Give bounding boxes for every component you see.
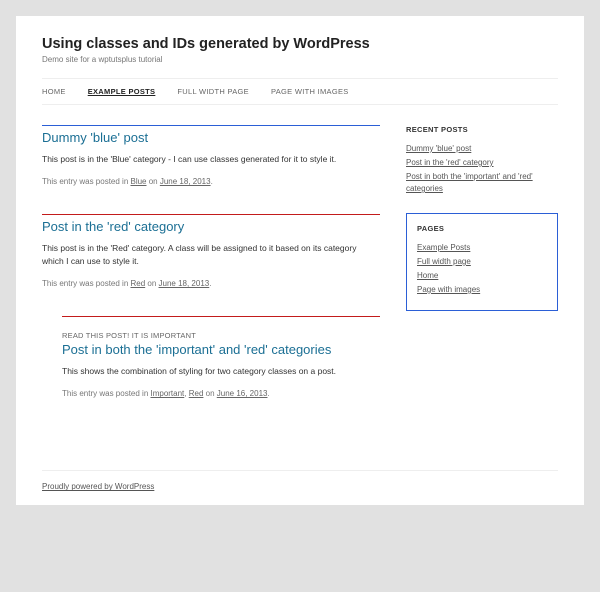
post-meta: This entry was posted in Red on June 18,… <box>42 279 380 288</box>
widget-title: PAGES <box>417 224 547 233</box>
post-title-link[interactable]: Post in the 'red' category <box>42 219 184 234</box>
post-title: Post in the 'red' category <box>42 219 380 234</box>
category-rule <box>42 214 380 215</box>
widget-recent-posts: RECENT POSTS Dummy 'blue' post Post in th… <box>406 125 558 195</box>
site-title: Using classes and IDs generated by WordP… <box>42 36 558 52</box>
nav-item[interactable]: HOME <box>42 87 66 96</box>
site-footer: Proudly powered by WordPress <box>42 470 558 491</box>
date-link[interactable]: June 18, 2013 <box>160 177 211 186</box>
list-item: Home <box>417 270 547 282</box>
footer-credit-link[interactable]: Proudly powered by WordPress <box>42 482 154 491</box>
list-item: Page with images <box>417 284 547 296</box>
category-link[interactable]: Important <box>150 389 184 398</box>
post-excerpt: This shows the combination of styling fo… <box>62 365 380 377</box>
recent-post-link[interactable]: Dummy 'blue' post <box>406 144 471 153</box>
category-rule <box>62 316 380 317</box>
post: READ THIS POST! IT IS IMPORTANT Post in b… <box>42 316 380 398</box>
post-title: Dummy 'blue' post <box>42 130 380 145</box>
nav-item[interactable]: FULL WIDTH PAGE <box>177 87 249 96</box>
post-title-link[interactable]: Post in both the 'important' and 'red' c… <box>62 342 331 357</box>
nav-item[interactable]: EXAMPLE POSTS <box>88 87 156 96</box>
list-item: Dummy 'blue' post <box>406 143 558 155</box>
recent-posts-list: Dummy 'blue' post Post in the 'red' categ… <box>406 143 558 195</box>
widget-title: RECENT POSTS <box>406 125 558 134</box>
page-link[interactable]: Full width page <box>417 257 471 266</box>
page-link[interactable]: Page with images <box>417 285 480 294</box>
main-content: Dummy 'blue' post This post is in the 'Bl… <box>42 125 380 426</box>
date-link[interactable]: June 16, 2013 <box>217 389 268 398</box>
post-title-link[interactable]: Dummy 'blue' post <box>42 130 148 145</box>
list-item: Post in both the 'important' and 'red' c… <box>406 171 558 195</box>
post-meta: This entry was posted in Blue on June 18… <box>42 177 380 186</box>
site-tagline: Demo site for a wptutsplus tutorial <box>42 55 558 64</box>
post-excerpt: This post is in the 'Red' category. A cl… <box>42 242 380 267</box>
post-meta: This entry was posted in Important, Red … <box>62 389 380 398</box>
important-label: READ THIS POST! IT IS IMPORTANT <box>62 331 380 340</box>
page-container: Using classes and IDs generated by WordP… <box>16 16 584 505</box>
recent-post-link[interactable]: Post in both the 'important' and 'red' c… <box>406 172 533 193</box>
page-link[interactable]: Example Posts <box>417 243 470 252</box>
sidebar: RECENT POSTS Dummy 'blue' post Post in th… <box>406 125 558 426</box>
pages-list: Example Posts Full width page Home Page wit… <box>417 242 547 296</box>
date-link[interactable]: June 18, 2013 <box>159 279 210 288</box>
list-item: Full width page <box>417 256 547 268</box>
list-item: Post in the 'red' category <box>406 157 558 169</box>
category-link[interactable]: Blue <box>130 177 146 186</box>
recent-post-link[interactable]: Post in the 'red' category <box>406 158 494 167</box>
category-link[interactable]: Red <box>189 389 204 398</box>
widget-pages: PAGES Example Posts Full width page Home Pa… <box>406 213 558 311</box>
list-item: Example Posts <box>417 242 547 254</box>
post-excerpt: This post is in the 'Blue' category - I … <box>42 153 380 165</box>
primary-nav: HOME EXAMPLE POSTS FULL WIDTH PAGE PAGE WIT… <box>42 78 558 105</box>
page-link[interactable]: Home <box>417 271 438 280</box>
category-rule <box>42 125 380 126</box>
category-link[interactable]: Red <box>130 279 145 288</box>
nav-item[interactable]: PAGE WITH IMAGES <box>271 87 349 96</box>
post: Post in the 'red' category This post is i… <box>42 214 380 288</box>
content-layout: Dummy 'blue' post This post is in the 'Bl… <box>42 125 558 426</box>
post: Dummy 'blue' post This post is in the 'Bl… <box>42 125 380 186</box>
post-title: Post in both the 'important' and 'red' c… <box>62 342 380 357</box>
